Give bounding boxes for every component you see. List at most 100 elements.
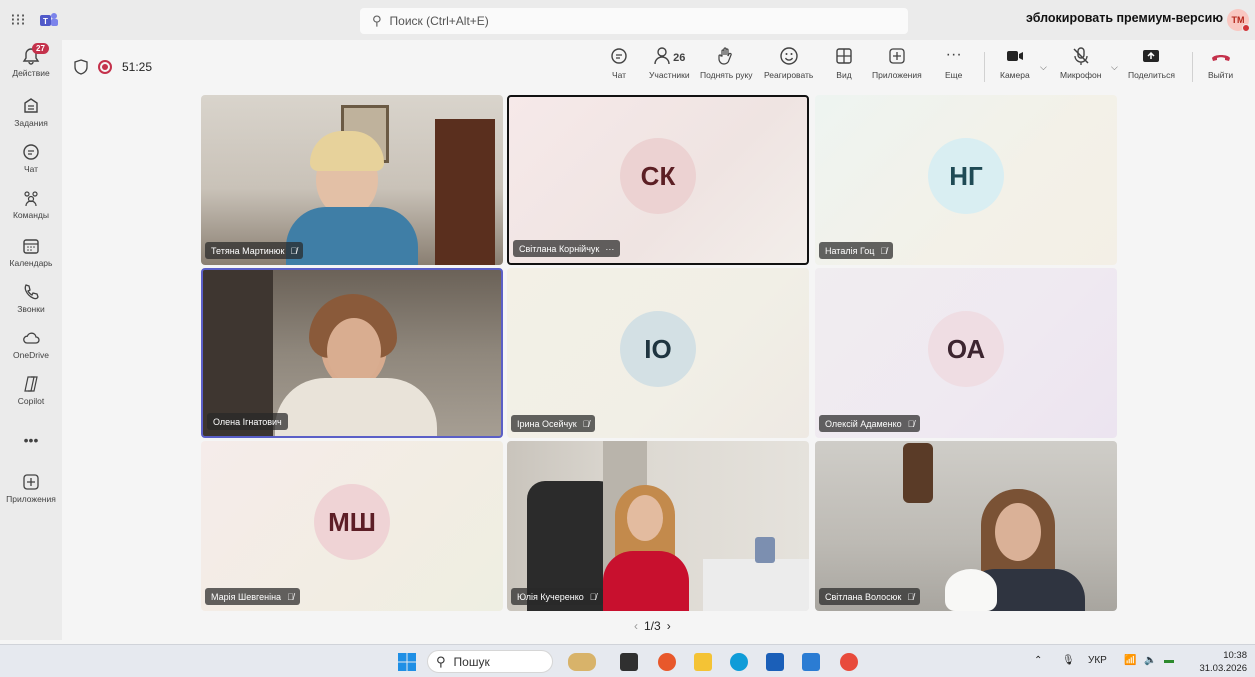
participant-tile[interactable]: НГ Наталія Гоц 🎙̸ <box>815 95 1117 265</box>
mic-off-icon <box>1073 47 1089 65</box>
chat-label: Чат <box>611 70 627 80</box>
rail-item-label: Команды <box>12 210 49 220</box>
participant-tile[interactable]: Юлія Кучеренко 🎙̸ <box>507 441 809 611</box>
status-dot <box>1242 24 1250 32</box>
activity-badge: 27 <box>32 43 49 54</box>
previous-page-chevron-icon[interactable]: ‹ <box>634 619 638 633</box>
participant-tile[interactable]: СК Світлана Корнійчук ··· <box>507 95 809 265</box>
participant-face-front <box>995 503 1041 561</box>
widgets-icon[interactable] <box>568 653 596 671</box>
assignments-icon <box>24 98 38 113</box>
participant-tile[interactable]: Тетяна Мартинюк 🎙̸ <box>201 95 503 265</box>
search-input[interactable]: ⚲ Поиск (Ctrl+Alt+E) <box>360 8 908 34</box>
taskbar-clock[interactable]: 10:38 31.03.2026 <box>1199 649 1247 675</box>
rail-item-label: Приложения <box>6 494 56 504</box>
more-label: Еще <box>945 70 963 80</box>
wifi-icon[interactable]: 📶 <box>1124 655 1136 666</box>
more-button[interactable]: ··· Еще <box>945 46 962 80</box>
participants-button[interactable]: 26 Участники <box>649 46 690 80</box>
avatar[interactable]: TM <box>1227 9 1250 32</box>
react-button[interactable]: Реагировать <box>764 46 813 80</box>
next-page-chevron-icon[interactable]: › <box>667 619 671 633</box>
page-label: 1/3 <box>644 619 661 633</box>
react-label: Реагировать <box>764 70 814 80</box>
keyboard-language[interactable]: УКР <box>1088 655 1107 666</box>
windows-start-icon[interactable] <box>398 653 416 671</box>
participant-name: Ірина Осейчук <box>517 418 577 429</box>
rail-item-activity[interactable]: 27 Действие <box>0 43 62 78</box>
chat-button[interactable]: Чат <box>609 46 629 80</box>
chat-icon <box>611 48 627 64</box>
rail-item-calendar[interactable]: Календарь <box>0 236 62 268</box>
copilot-app-icon[interactable] <box>658 653 676 671</box>
edge-browser-icon[interactable] <box>730 653 748 671</box>
toolbar-divider <box>984 52 985 82</box>
participant-name: Світлана Волосюк <box>825 591 902 602</box>
camera-options-chevron-icon[interactable]: ⌵ <box>1040 62 1047 73</box>
task-view-icon[interactable] <box>620 653 638 671</box>
participant-name-tag: Юлія Кучеренко 🎙̸ <box>511 588 603 605</box>
rail-item-teams[interactable]: Команды <box>0 188 62 220</box>
participant-initials: МШ <box>314 484 390 560</box>
raise-hand-button[interactable]: Поднять руку <box>700 46 753 80</box>
rail-item-chat[interactable]: Чат <box>0 142 62 174</box>
chat-icon <box>23 144 39 160</box>
rail-item-more[interactable]: ••• <box>0 432 62 448</box>
participant-tile[interactable]: ОА Олексій Адаменко 🎙̸ <box>815 268 1117 438</box>
leave-button[interactable]: Выйти <box>1208 46 1233 80</box>
camera-button[interactable]: Камера <box>1000 46 1030 80</box>
mic-button[interactable]: Микрофон <box>1060 46 1101 80</box>
participant-tile[interactable]: МШ Марія Шевгеніна 🎙̸ <box>201 441 503 611</box>
participant-name-tag: Ірина Осейчук 🎙̸ <box>511 415 596 432</box>
view-button[interactable]: Вид <box>834 46 854 80</box>
participant-name-tag: Світлана Корнійчук ··· <box>513 240 621 257</box>
participant-top <box>603 551 689 611</box>
premium-unlock-link[interactable]: эблокировать премиум-версию <box>1026 11 1223 25</box>
participant-initials: ІО <box>620 311 696 387</box>
search-placeholder: Поиск (Ctrl+Alt+E) <box>389 14 489 28</box>
rail-item-calls[interactable]: Звонки <box>0 282 62 314</box>
participants-label: Участники <box>649 70 690 80</box>
rail-item-apps[interactable]: Приложения <box>0 472 62 504</box>
participant-tile[interactable]: Олена Ігнатович <box>201 268 503 438</box>
volume-icon[interactable]: 🔈 <box>1144 655 1156 666</box>
mic-options-chevron-icon[interactable]: ⌵ <box>1111 62 1118 73</box>
word-icon[interactable] <box>802 653 820 671</box>
file-explorer-icon[interactable] <box>694 653 712 671</box>
taskbar-search-input[interactable]: ⚲ Пошук <box>427 650 553 673</box>
rail-item-onedrive[interactable]: OneDrive <box>0 328 62 360</box>
mic-off-icon: 🎙̸ <box>290 245 298 256</box>
avatar-initials: TM <box>1231 15 1245 25</box>
rail-item-assignments[interactable]: Задания <box>0 96 62 128</box>
rail-item-copilot[interactable]: Copilot <box>0 374 62 406</box>
leave-label: Выйти <box>1208 70 1234 80</box>
more-icon[interactable]: ··· <box>605 244 614 254</box>
mic-off-icon: 🎙̸ <box>582 418 590 429</box>
view-label: Вид <box>836 70 852 80</box>
store-icon[interactable] <box>766 653 784 671</box>
rail-item-label: Календарь <box>9 258 53 268</box>
tray-overflow-chevron-icon[interactable]: ⌃ <box>1034 655 1042 666</box>
add-app-icon <box>889 48 905 64</box>
battery-icon[interactable]: ▬ <box>1164 655 1174 666</box>
mic-off-icon: 🎙̸ <box>907 591 915 602</box>
bookcase <box>435 119 495 265</box>
participant-tile[interactable]: Світлана Волосюк 🎙̸ <box>815 441 1117 611</box>
copilot-icon <box>24 376 38 392</box>
page-indicator: ‹ 1/3 › <box>628 619 677 633</box>
raise-hand-label: Поднять руку <box>700 70 753 80</box>
app-launcher-icon[interactable]: ⁝⁝⁝ <box>0 0 36 40</box>
participant-face-front <box>327 318 381 384</box>
participant-name: Марія Шевгеніна <box>211 591 282 602</box>
participant-tile[interactable]: ІО Ірина Осейчук 🎙̸ <box>507 268 809 438</box>
svg-text:T: T <box>43 17 48 26</box>
camera-label: Камера <box>1000 70 1030 80</box>
microphone-icon[interactable]: 🎙 <box>1062 655 1075 666</box>
more-icon: ••• <box>23 432 39 448</box>
chrome-browser-icon[interactable] <box>840 653 858 671</box>
share-button[interactable]: Поделиться <box>1128 46 1175 80</box>
apps-button[interactable]: Приложения <box>872 46 922 80</box>
meeting-toolbar: 51:25 Чат 26 Участники Поднять руку Реаг… <box>62 40 1255 94</box>
phone-icon <box>24 284 39 300</box>
white-dog <box>945 569 997 611</box>
